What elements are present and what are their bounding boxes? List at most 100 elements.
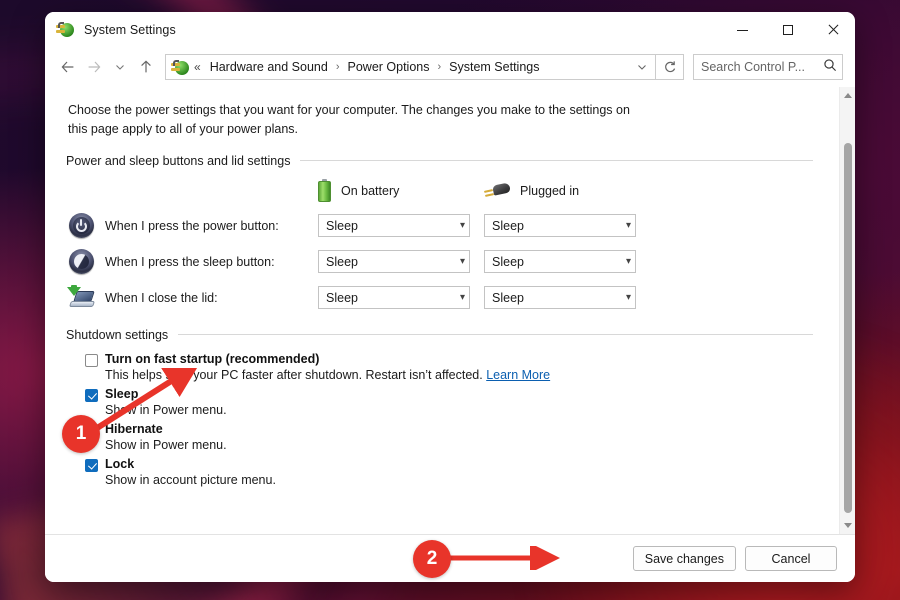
cancel-button[interactable]: Cancel xyxy=(745,546,837,571)
laptop-lid-icon xyxy=(65,284,97,310)
checkbox-row-lock: Lock xyxy=(85,457,817,472)
back-button[interactable] xyxy=(55,54,81,80)
power-lid-group-header: Power and sleep buttons and lid settings xyxy=(66,154,817,168)
search-icon[interactable] xyxy=(823,58,837,77)
power-plug-icon xyxy=(56,21,75,39)
dropdown-value: Sleep xyxy=(492,290,524,305)
shutdown-title-text: Shutdown settings xyxy=(66,327,169,342)
scroll-up-button[interactable] xyxy=(840,87,856,104)
system-settings-window: System Settings « Hardware and Sound › P… xyxy=(45,12,855,582)
chevron-down-icon: ▾ xyxy=(459,220,465,232)
row-sleep-button: When I press the sleep button: Sleep ▾ S… xyxy=(63,244,817,280)
address-dropdown-button[interactable] xyxy=(631,55,653,79)
breadcrumb-hardware-and-sound[interactable]: Hardware and Sound xyxy=(207,59,331,75)
chevron-down-icon xyxy=(844,523,852,528)
column-on-battery: On battery xyxy=(318,178,484,203)
up-one-level-button[interactable] xyxy=(133,54,159,80)
window-title: System Settings xyxy=(84,23,176,37)
dropdown-power-button-plugged-in[interactable]: Sleep ▾ xyxy=(484,214,636,238)
annotation-marker-2: 2 xyxy=(413,540,451,578)
dropdown-value: Sleep xyxy=(492,218,524,233)
checkbox-fast-startup[interactable] xyxy=(85,353,98,367)
scroll-down-button[interactable] xyxy=(840,517,855,534)
chevron-down-icon: ▾ xyxy=(625,256,631,268)
minimize-icon xyxy=(737,29,748,31)
dropdown-close-lid-on-battery[interactable]: Sleep ▾ xyxy=(318,286,470,310)
chevron-down-icon xyxy=(638,65,646,70)
search-placeholder: Search Control P... xyxy=(701,60,805,74)
forward-button[interactable] xyxy=(81,54,107,80)
checkbox-lock[interactable] xyxy=(85,458,98,472)
description-fast-startup: This helps start your PC faster after sh… xyxy=(105,368,817,382)
breadcrumb-separator-icon: › xyxy=(335,61,340,73)
column-headers: On battery Plugged in xyxy=(63,174,817,208)
checkbox-label-lock[interactable]: Lock xyxy=(105,457,134,471)
row-label-power-button: When I press the power button: xyxy=(105,218,279,233)
save-changes-button[interactable]: Save changes xyxy=(632,546,736,571)
group-divider xyxy=(178,334,813,336)
group-divider xyxy=(300,160,813,162)
description-hibernate: Show in Power menu. xyxy=(105,437,227,452)
vertical-scrollbar[interactable] xyxy=(839,87,855,534)
dropdown-value: Sleep xyxy=(492,254,524,269)
column-label-plugged-in: Plugged in xyxy=(520,183,580,198)
navigation-toolbar: « Hardware and Sound › Power Options › S… xyxy=(45,48,855,86)
up-arrow-icon xyxy=(141,60,151,73)
settings-panel: Choose the power settings that you want … xyxy=(45,87,839,534)
maximize-button[interactable] xyxy=(765,12,810,48)
group-title-text: Power and sleep buttons and lid settings xyxy=(66,153,291,168)
annotation-arrow-1 xyxy=(92,368,198,433)
dropdown-power-button-on-battery[interactable]: Sleep ▾ xyxy=(318,214,470,238)
minimize-button[interactable] xyxy=(720,12,765,48)
forward-arrow-icon xyxy=(88,61,101,73)
row-power-button: When I press the power button: Sleep ▾ S… xyxy=(63,208,817,244)
power-plug-icon xyxy=(171,59,189,75)
dropdown-sleep-button-on-battery[interactable]: Sleep ▾ xyxy=(318,250,470,274)
dropdown-value: Sleep xyxy=(326,254,358,269)
dropdown-close-lid-plugged-in[interactable]: Sleep ▾ xyxy=(484,286,636,310)
double-chevron-icon[interactable]: « xyxy=(194,60,201,74)
recent-locations-button[interactable] xyxy=(107,54,133,80)
battery-icon xyxy=(318,178,331,203)
learn-more-link[interactable]: Learn More xyxy=(486,368,550,382)
breadcrumb-separator-icon: › xyxy=(437,61,442,73)
refresh-button[interactable] xyxy=(656,54,684,80)
chevron-down-icon: ▾ xyxy=(459,292,465,304)
maximize-icon xyxy=(782,25,793,35)
dropdown-value: Sleep xyxy=(326,218,358,233)
chevron-down-icon: ▾ xyxy=(459,256,465,268)
refresh-icon xyxy=(664,61,675,73)
row-close-lid: When I close the lid: Sleep ▾ Sleep ▾ xyxy=(63,280,817,316)
search-input[interactable]: Search Control P... xyxy=(693,54,843,80)
chevron-down-icon: ▾ xyxy=(625,220,631,232)
power-button-icon xyxy=(65,213,97,239)
checkbox-label-fast-startup[interactable]: Turn on fast startup (recommended) xyxy=(105,352,319,366)
close-icon xyxy=(827,24,839,36)
scrollbar-thumb[interactable] xyxy=(844,143,852,513)
annotation-marker-1: 1 xyxy=(62,415,100,453)
back-arrow-icon xyxy=(61,61,74,73)
chevron-down-icon xyxy=(116,65,124,70)
address-bar[interactable]: « Hardware and Sound › Power Options › S… xyxy=(165,54,656,80)
sleep-button-icon xyxy=(65,249,97,275)
annotation-arrow-2 xyxy=(442,546,560,570)
intro-text: Choose the power settings that you want … xyxy=(68,103,630,137)
close-button[interactable] xyxy=(810,12,855,48)
column-label-on-battery: On battery xyxy=(341,183,400,198)
chevron-up-icon xyxy=(843,93,852,98)
dropdown-sleep-button-plugged-in[interactable]: Sleep ▾ xyxy=(484,250,636,274)
column-plugged-in: Plugged in xyxy=(483,182,650,200)
content-area: Choose the power settings that you want … xyxy=(45,86,855,534)
description-sleep: Show in Power menu. xyxy=(105,402,227,417)
shutdown-group-header: Shutdown settings xyxy=(66,328,817,342)
chevron-down-icon: ▾ xyxy=(625,292,631,304)
row-label-sleep-button: When I press the sleep button: xyxy=(105,254,275,269)
dropdown-value: Sleep xyxy=(326,290,358,305)
description-lock: Show in account picture menu. xyxy=(105,472,276,487)
power-plug-icon xyxy=(483,182,511,200)
breadcrumb-system-settings[interactable]: System Settings xyxy=(446,59,542,75)
checkbox-row-fast-startup: Turn on fast startup (recommended) xyxy=(85,352,817,367)
window-titlebar: System Settings xyxy=(45,12,855,48)
breadcrumb-power-options[interactable]: Power Options xyxy=(345,59,433,75)
window-controls xyxy=(720,12,855,48)
